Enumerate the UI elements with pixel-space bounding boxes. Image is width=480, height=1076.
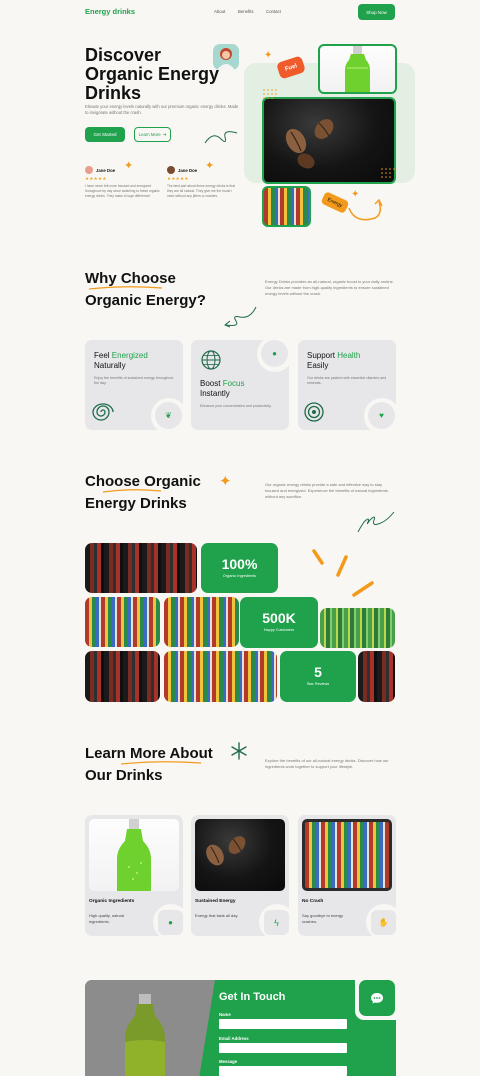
get-started-button[interactable]: Get Started (85, 127, 125, 142)
review-text: I have never felt more focused and energ… (85, 184, 160, 198)
stat-value: 500K (262, 610, 296, 626)
dot-pattern-icon (263, 89, 277, 99)
nav-link-contact[interactable]: Contact (266, 9, 281, 14)
stat-card-reviews: 5 Star Reviews (280, 651, 356, 702)
sparkle-icon: ✦ (219, 473, 232, 490)
learn-card-title: No Crash (302, 899, 324, 904)
curved-arrow-icon (348, 198, 383, 221)
hero-coffee-image (262, 97, 396, 184)
lightning-icon[interactable]: ϟ (264, 910, 289, 935)
globe-icon (201, 350, 221, 370)
learn-card-image-coffee (195, 819, 285, 891)
feature-description: Enhance your concentration and productiv… (200, 404, 272, 408)
why-title-line2: Organic Energy? (85, 292, 206, 309)
learn-more-label: Learn More (138, 132, 161, 137)
gallery-image-cans (164, 597, 239, 647)
asterisk-icon (231, 742, 247, 760)
message-label: Message (219, 1059, 238, 1064)
stat-label: Happy Customers (263, 628, 295, 632)
contact-bottle-image (125, 994, 165, 1076)
reviewer-avatar (167, 166, 175, 174)
review-text: The best part about these energy drinks … (167, 184, 235, 198)
hero-title-line1: Discover (85, 45, 162, 65)
apple-icon[interactable]: ● (158, 910, 183, 935)
learn-card-title: Organic Ingredients (89, 899, 135, 904)
dot-pattern-icon (381, 168, 395, 178)
squiggle-arrow-icon (224, 306, 257, 328)
squiggle-arrow-icon (204, 131, 238, 144)
choose-title-line2: Energy Drinks (85, 495, 187, 512)
feature-description: Enjoy the benefits of sustained energy t… (94, 376, 174, 386)
shop-now-button[interactable]: Shop Now (358, 4, 395, 20)
learn-card-title: Sustained Energy (195, 899, 236, 904)
choose-description: Our organic energy drinks provide a safe… (265, 482, 388, 499)
learn-card-desc: Energy that lasts all day. (195, 913, 239, 918)
review-card-2: Jane Doe ★★★★★ The best part about these… (167, 166, 235, 198)
learn-card-desc: Say goodbye to energy crashes. (302, 913, 344, 924)
brand-logo[interactable]: Energy drinks (85, 7, 135, 16)
sparkle-icon: ✦ (205, 160, 215, 172)
stat-label: Organic Ingredients (222, 574, 257, 578)
name-field[interactable] (219, 1019, 347, 1029)
nav-link-about[interactable]: About (214, 9, 225, 14)
leaf-icon[interactable]: ❦ (155, 402, 182, 429)
hand-icon[interactable]: ✋ (371, 910, 396, 935)
reviewer-name: Jane Doe (96, 167, 116, 173)
feature-title: Support Health Easily (307, 351, 361, 370)
stat-value: 5 (314, 664, 322, 680)
chat-bubble-icon[interactable] (359, 980, 395, 1016)
hero-bottle-image (318, 44, 397, 94)
nav-link-benefits[interactable]: Benefits (238, 9, 254, 14)
gallery-image-dark-bottles (85, 651, 160, 702)
stat-card-customers: 500K Happy Customers (240, 597, 318, 648)
stat-card-organic: 100% Organic Ingredients (201, 543, 278, 593)
feature-description: Our drinks are packed with essential vit… (307, 376, 387, 386)
hero-title-line2: Organic Energy (85, 64, 220, 84)
learn-more-button[interactable]: Learn More ➔ (134, 127, 171, 142)
spiral-icon (92, 403, 114, 421)
stat-value: 100% (221, 556, 258, 572)
contact-image-panel (85, 980, 215, 1076)
underline-swoosh-icon (88, 286, 163, 290)
hero-avatar (213, 44, 239, 70)
lightbulb-icon[interactable]: ● (261, 340, 288, 367)
gallery-image-cooler (85, 597, 160, 647)
learn-title-line2: Our Drinks (85, 767, 163, 784)
contact-title: Get In Touch (219, 991, 286, 1003)
review-stars: ★★★★★ (85, 176, 107, 181)
gallery-image-green-bottles (320, 608, 395, 648)
gallery-image-water (164, 651, 277, 702)
gallery-image-drinks (85, 543, 197, 593)
feature-title: Feel Energized Naturally (94, 351, 148, 370)
review-stars: ★★★★★ (167, 176, 189, 181)
burst-lines-icon (312, 549, 374, 597)
squiggle-icon (357, 511, 395, 533)
underline-swoosh-icon (120, 761, 202, 765)
sparkle-icon: ✦ (124, 160, 134, 172)
learn-description: Explore the benefits of our all-natural … (265, 758, 389, 769)
learn-card-image-bottle (89, 819, 179, 891)
navbar: Energy drinks About Benefits Contact Sho… (0, 0, 480, 24)
target-icon (304, 402, 324, 422)
message-field[interactable] (219, 1066, 347, 1076)
reviewer-avatar (85, 166, 93, 174)
review-card-1: Jane Doe ★★★★★ I have never felt more fo… (85, 166, 160, 198)
arrow-right-icon: ➔ (162, 131, 167, 137)
email-field[interactable] (219, 1043, 347, 1053)
why-description: Energy Drinks provides an all-natural, o… (265, 279, 394, 296)
email-label: Email Address (219, 1036, 249, 1041)
learn-card-image-fridge (302, 819, 392, 891)
hero-title-line3: Drinks (85, 83, 142, 103)
sparkle-icon: ✦ (264, 50, 273, 61)
gallery-image-red-bottles (358, 651, 395, 702)
reviewer-name: Jane Doe (178, 167, 198, 173)
stat-label: Star Reviews (306, 682, 330, 686)
underline-swoosh-icon (102, 489, 162, 493)
hero-subtitle: Elevate your energy levels naturally wit… (85, 104, 239, 116)
heart-pulse-icon[interactable]: ♥ (368, 402, 395, 429)
learn-card-desc: High quality, natural ingredients. (89, 913, 125, 924)
hero-fridge-image (262, 186, 311, 227)
feature-title: Boost Focus Instantly (200, 379, 245, 398)
name-label: Name (219, 1012, 231, 1017)
